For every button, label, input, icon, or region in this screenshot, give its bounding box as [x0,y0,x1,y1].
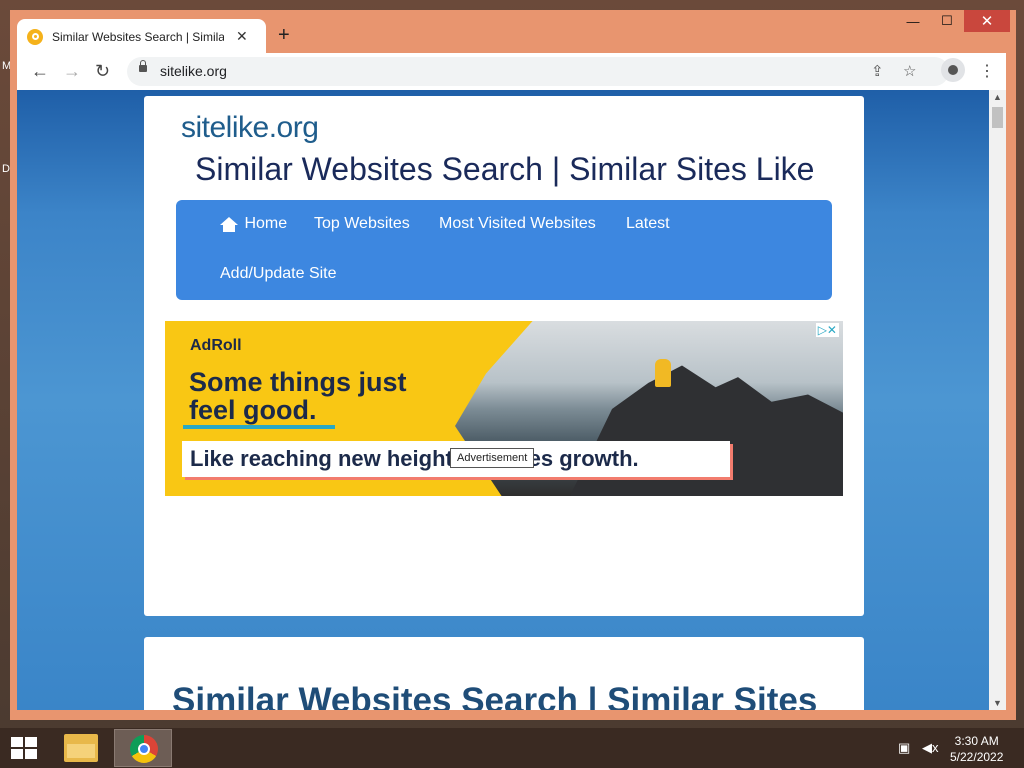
nav-add-update-link[interactable]: Add/Update Site [220,265,337,283]
page-scrollbar[interactable]: ▲ ▼ [989,90,1006,710]
desktop-icon-label: D [2,163,10,175]
bookmark-star-icon[interactable]: ☆ [903,62,916,80]
nav-home-link[interactable]: Home [220,215,287,233]
browser-menu-icon[interactable]: ⋮ [979,61,995,81]
page-title: Similar Websites Search | Similar Sites … [195,151,815,187]
tab-title: Similar Websites Search | Similar [52,29,224,44]
advertisement-banner[interactable]: AdRoll Some things just feel good. Like … [165,321,843,496]
clock-date: 5/22/2022 [950,750,1004,764]
nav-home-label: Home [244,215,288,232]
start-button[interactable] [11,737,37,759]
ad-headline: Some things just feel good. [189,368,407,424]
share-icon[interactable]: ⇪ [871,62,884,80]
back-button[interactable]: ← [31,61,49,82]
adroll-logo: AdRoll [190,337,242,354]
tooltip: Advertisement [450,448,535,468]
page-viewport: sitelike.org Similar Websites Search | S… [17,90,989,710]
volume-muted-icon[interactable]: ◀x [922,740,939,756]
ad-hiker-image [655,359,671,387]
forward-button[interactable]: → [63,61,81,82]
chrome-taskbar-button[interactable] [114,729,172,767]
close-tab-icon[interactable]: ✕ [236,28,248,45]
main-nav: Home Top Websites Most Visited Websites … [176,200,832,300]
clock-time: 3:30 AM [954,734,999,748]
nav-top-websites-link[interactable]: Top Websites [314,215,410,233]
ad-headline-line1: Some things just [189,367,407,397]
header-card: sitelike.org Similar Websites Search | S… [144,96,864,616]
new-tab-button[interactable]: + [278,24,290,47]
close-window-button[interactable]: ✕ [964,10,1010,32]
site-logo[interactable]: sitelike.org [181,111,319,145]
profile-avatar-icon[interactable] [941,58,965,82]
home-icon [220,217,238,232]
lock-icon[interactable] [139,60,147,72]
browser-tab[interactable]: Similar Websites Search | Similar ✕ [17,19,266,54]
system-clock[interactable]: 3:30 AM 5/22/2022 [950,733,1003,765]
scroll-thumb[interactable] [992,107,1003,128]
ad-subline: Like reaching new heights of sales growt… [190,446,639,471]
ad-choices-icon[interactable]: ▷✕ [815,323,839,337]
maximize-button[interactable]: ☐ [930,10,964,32]
taskbar: ▣ ◀x 3:30 AM 5/22/2022 [0,728,1024,768]
chrome-icon [130,735,158,763]
ad-underline [183,425,335,429]
file-explorer-icon[interactable] [64,734,98,762]
scroll-down-arrow-icon[interactable]: ▼ [993,698,1002,708]
nav-most-visited-link[interactable]: Most Visited Websites [439,215,596,233]
network-icon[interactable]: ▣ [898,740,910,756]
address-bar[interactable]: sitelike.org ⇪ ☆ [127,57,949,86]
reload-button[interactable]: ↻ [95,61,110,82]
minimize-button[interactable]: — [896,10,930,32]
browser-toolbar: ← → ↻ sitelike.org ⇪ ☆ ⋮ [17,53,1006,90]
url-text[interactable]: sitelike.org [160,63,227,79]
nav-latest-link[interactable]: Latest [626,215,670,233]
window-controls: — ☐ ✕ [896,10,1010,32]
section-heading: Similar Websites Search | Similar Sites [172,681,818,710]
ad-headline-line2: feel good. [189,395,317,425]
scroll-up-arrow-icon[interactable]: ▲ [993,92,1002,102]
favicon-icon [27,28,43,45]
content-card: Similar Websites Search | Similar Sites [144,637,864,710]
